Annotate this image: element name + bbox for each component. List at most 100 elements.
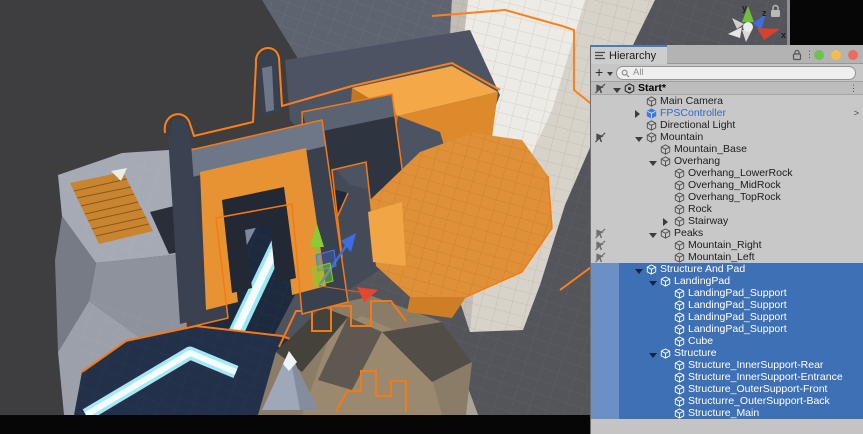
hierarchy-item-main-camera[interactable]: Main Camera — [591, 95, 863, 107]
hierarchy-item-directional-light[interactable]: Directional Light — [591, 119, 863, 131]
hierarchy-item-overhang[interactable]: Overhang — [591, 155, 863, 167]
hierarchy-item-mountain[interactable]: Mountain — [591, 131, 863, 143]
hierarchy-item-landingpad-support[interactable]: LandingPad_Support — [591, 311, 863, 323]
hierarchy-item-peaks[interactable]: Peaks — [591, 227, 863, 239]
cube-icon — [674, 287, 685, 299]
cube-icon — [674, 191, 685, 203]
gizmo-y-label: y — [742, 3, 747, 13]
window-button-green[interactable] — [814, 50, 824, 60]
cube-icon — [660, 275, 671, 287]
foldout-closed[interactable] — [635, 107, 640, 119]
selection-gutter — [591, 383, 619, 395]
hierarchy-item-structure-and-pad[interactable]: Structure And Pad — [591, 263, 863, 275]
item-label: Cube — [688, 335, 713, 347]
item-label: Mountain_Base — [674, 143, 747, 155]
cube-icon — [674, 407, 685, 419]
hierarchy-item-fpscontroller[interactable]: FPSController> — [591, 107, 863, 119]
selection-gutter — [591, 359, 619, 371]
hierarchy-item-mountain-right[interactable]: Mountain_Right — [591, 239, 863, 251]
gizmo-z-label: z — [762, 8, 767, 18]
scene-foldout[interactable] — [613, 82, 621, 94]
cube-icon — [646, 95, 657, 107]
visibility-hidden-icon[interactable] — [595, 251, 606, 263]
window-buttons — [814, 45, 858, 64]
item-label: LandingPad_Support — [688, 323, 787, 335]
cube-icon — [646, 263, 657, 275]
hierarchy-item-structure-innersupport-entrance[interactable]: Structure_InnerSupport-Entrance — [591, 371, 863, 383]
hierarchy-item-overhang-midrock[interactable]: Overhang_MidRock — [591, 179, 863, 191]
hierarchy-item-stairway[interactable]: Stairway — [591, 215, 863, 227]
hierarchy-item-structure-outersupport-front[interactable]: Structure_OuterSupport-Front — [591, 383, 863, 395]
item-label: Rock — [688, 203, 712, 215]
selection-gutter — [591, 311, 619, 323]
item-label: Structure — [674, 347, 717, 359]
selection-gutter — [591, 407, 619, 419]
hierarchy-item-structure-main[interactable]: Structure_Main — [591, 407, 863, 419]
foldout-open[interactable] — [635, 131, 643, 143]
hierarchy-item-landingpad-support[interactable]: LandingPad_Support — [591, 299, 863, 311]
hierarchy-item-cube[interactable]: Cube — [591, 335, 863, 347]
selection-gutter — [591, 275, 619, 287]
picking-disabled-icon[interactable] — [595, 82, 606, 94]
item-label: Structure_OuterSupport-Front — [688, 383, 827, 395]
item-label: LandingPad_Support — [688, 299, 787, 311]
item-label: LandingPad_Support — [688, 287, 787, 299]
add-object-caret-icon[interactable] — [607, 72, 613, 76]
hierarchy-item-landingpad[interactable]: LandingPad — [591, 275, 863, 287]
foldout-open[interactable] — [649, 347, 657, 359]
picking-disabled-icon[interactable] — [595, 131, 606, 143]
item-label: LandingPad_Support — [688, 311, 787, 323]
hierarchy-item-landingpad-support[interactable]: LandingPad_Support — [591, 323, 863, 335]
item-label: Directional Light — [660, 119, 735, 131]
foldout-open[interactable] — [649, 155, 657, 167]
tab-label: Hierarchy — [609, 50, 656, 62]
panel-lock-icon[interactable] — [792, 45, 802, 64]
hierarchy-item-overhang-toprock[interactable]: Overhang_TopRock — [591, 191, 863, 203]
cube-icon — [660, 143, 671, 155]
visibility-hidden-icon[interactable] — [595, 227, 606, 239]
hierarchy-item-structure[interactable]: Structure — [591, 347, 863, 359]
window-button-red[interactable] — [848, 50, 858, 60]
item-label: Structurre_OuterSupport-Back — [688, 395, 830, 407]
foldout-closed[interactable] — [663, 215, 668, 227]
cube-icon — [674, 239, 685, 251]
prefab-open-chevron-icon[interactable]: > — [854, 107, 859, 119]
gizmo-x-label: x — [781, 30, 786, 40]
search-placeholder: All — [633, 67, 644, 79]
hierarchy-item-mountain-left[interactable]: Mountain_Left — [591, 251, 863, 263]
cube-icon — [660, 155, 671, 167]
hierarchy-item-mountain-base[interactable]: Mountain_Base — [591, 143, 863, 155]
hierarchy-item-structure-innersupport-rear[interactable]: Structure_InnerSupport-Rear — [591, 359, 863, 371]
panel-kebab-icon[interactable]: ⋮ — [805, 45, 814, 64]
foldout-open[interactable] — [649, 275, 657, 287]
foldout-open[interactable] — [635, 263, 643, 275]
add-object-button[interactable]: + — [595, 64, 603, 81]
scene-icon — [624, 82, 635, 94]
item-label: Main Camera — [660, 95, 723, 107]
scene-kebab-icon[interactable]: ⋮ — [849, 82, 858, 94]
panel-menu-icon — [595, 51, 605, 60]
hierarchy-panel: Hierarchy ⋮ + — [590, 45, 863, 434]
selection-gutter — [591, 395, 619, 407]
visibility-hidden-icon[interactable] — [595, 239, 606, 251]
cube-icon — [674, 179, 685, 191]
cube-icon — [674, 167, 685, 179]
hierarchy-item-landingpad-support[interactable]: LandingPad_Support — [591, 287, 863, 299]
panel-footer — [591, 419, 863, 434]
hierarchy-item-structurre-outersupport-back[interactable]: Structurre_OuterSupport-Back — [591, 395, 863, 407]
item-label: Overhang_MidRock — [688, 179, 781, 191]
cube-icon — [660, 347, 671, 359]
search-input[interactable]: All — [616, 66, 856, 80]
tab-hierarchy[interactable]: Hierarchy — [591, 45, 667, 64]
item-label: Structure_Main — [688, 407, 759, 419]
cube-icon — [674, 203, 685, 215]
editor-stage: y z x Hierarchy — [0, 0, 863, 434]
cube-icon — [660, 227, 671, 239]
scene-header-row[interactable]: Start* ⋮ — [591, 82, 863, 95]
hierarchy-item-rock[interactable]: Rock — [591, 203, 863, 215]
window-button-yellow[interactable] — [831, 50, 841, 60]
item-label: Mountain — [660, 131, 703, 143]
hierarchy-item-overhang-lowerrock[interactable]: Overhang_LowerRock — [591, 167, 863, 179]
foldout-open[interactable] — [649, 227, 657, 239]
gizmo-center-cube[interactable] — [743, 22, 753, 32]
